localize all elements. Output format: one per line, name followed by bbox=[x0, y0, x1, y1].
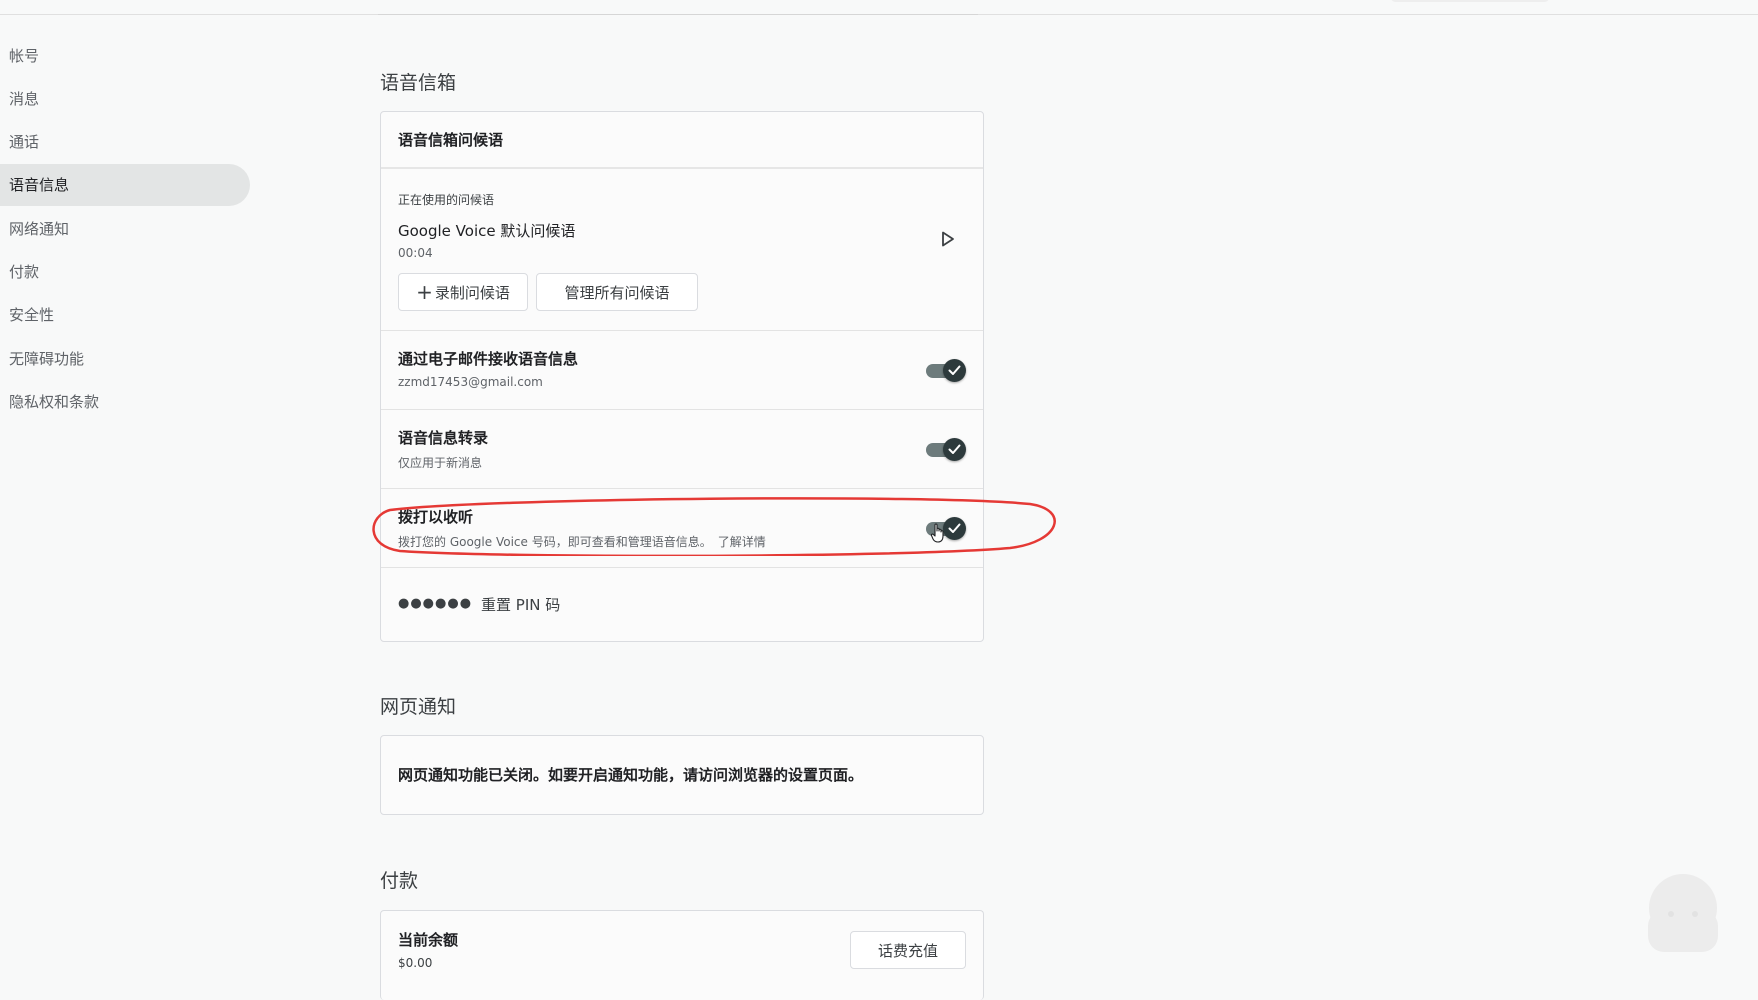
dial-to-listen-row: 拨打以收听 拨打您的 Google Voice 号码，即可查看和管理语音信息。了… bbox=[381, 489, 983, 568]
voicemail-section-title: 语音信箱 bbox=[380, 72, 457, 94]
transcription-toggle[interactable] bbox=[926, 438, 966, 462]
sidebar-item-label: 帐号 bbox=[9, 46, 40, 65]
top-divider-inner bbox=[378, 14, 978, 15]
email-voicemail-toggle[interactable] bbox=[926, 359, 966, 383]
transcription-title: 语音信息转录 bbox=[398, 429, 489, 447]
sidebar-item-accessibility[interactable]: 无障碍功能 bbox=[0, 337, 250, 379]
sidebar-item-label: 安全性 bbox=[9, 306, 55, 325]
greeting-duration: 00:04 bbox=[398, 246, 433, 260]
top-bar-element bbox=[1390, 0, 1550, 2]
greeting-header-label: 语音信箱问候语 bbox=[398, 131, 504, 149]
topup-button[interactable]: 话费充值 bbox=[850, 931, 966, 969]
greeting-header: 语音信箱问候语 bbox=[381, 112, 983, 169]
sidebar-item-voicemail[interactable]: 语音信息 bbox=[0, 163, 250, 206]
dial-to-listen-description: 拨打您的 Google Voice 号码，即可查看和管理语音信息。 bbox=[398, 535, 712, 549]
record-greeting-label: 录制问候语 bbox=[434, 283, 510, 302]
sidebar-item-account[interactable]: 帐号 bbox=[0, 34, 250, 76]
greeting-in-use-label: 正在使用的问候语 bbox=[398, 193, 495, 207]
pin-row: ●●●●●● 重置 PIN 码 bbox=[381, 568, 983, 646]
balance-value: $0.00 bbox=[398, 956, 433, 970]
learn-more-link[interactable]: 了解详情 bbox=[718, 535, 766, 549]
check-icon bbox=[943, 359, 966, 382]
hand-cursor-icon bbox=[930, 523, 944, 543]
sidebar-item-payments[interactable]: 付款 bbox=[0, 250, 250, 292]
plus-icon: + bbox=[416, 280, 433, 304]
sidebar-item-label: 消息 bbox=[9, 89, 40, 108]
email-voicemail-address: zzmd17453@gmail.com bbox=[398, 375, 543, 389]
balance-row: 当前余额 $0.00 话费充值 bbox=[381, 911, 983, 987]
pin-dots: ●●●●●● bbox=[398, 596, 473, 611]
transcription-subtitle: 仅应用于新消息 bbox=[398, 456, 483, 470]
payments-card: 当前余额 $0.00 话费充值 bbox=[380, 910, 984, 1000]
sidebar-item-label: 无障碍功能 bbox=[9, 349, 85, 368]
avatar bbox=[1648, 874, 1718, 952]
sidebar-item-calls[interactable]: 通话 bbox=[0, 121, 250, 163]
balance-label: 当前余额 bbox=[398, 931, 459, 949]
reset-pin-button[interactable]: 重置 PIN 码 bbox=[481, 594, 560, 615]
topup-label: 话费充值 bbox=[877, 941, 938, 960]
dial-to-listen-title: 拨打以收听 bbox=[398, 508, 474, 526]
transcription-row: 语音信息转录 仅应用于新消息 bbox=[381, 410, 983, 489]
payments-section-title: 付款 bbox=[380, 870, 419, 892]
play-icon[interactable] bbox=[941, 231, 955, 247]
sidebar-item-label: 语音信息 bbox=[9, 176, 70, 195]
dial-to-listen-subtitle: 拨打您的 Google Voice 号码，即可查看和管理语音信息。 了解详情 bbox=[398, 533, 766, 550]
greeting-section: 正在使用的问候语 Google Voice 默认问候语 00:04 + 录制问候… bbox=[381, 169, 983, 331]
sidebar-item-label: 网络通知 bbox=[9, 219, 70, 238]
sidebar-item-label: 通话 bbox=[9, 133, 40, 152]
settings-sidebar: 帐号 消息 通话 语音信息 网络通知 付款 安全性 无障碍功能 隐私权和条款 bbox=[0, 34, 250, 424]
voicemail-card: 语音信箱问候语 正在使用的问候语 Google Voice 默认问候语 00:0… bbox=[380, 111, 984, 642]
record-greeting-button[interactable]: + 录制问候语 bbox=[398, 273, 528, 311]
web-notifications-section-title: 网页通知 bbox=[380, 696, 457, 718]
sidebar-item-label: 付款 bbox=[9, 262, 40, 281]
manage-greetings-label: 管理所有问候语 bbox=[564, 283, 670, 302]
manage-greetings-button[interactable]: 管理所有问候语 bbox=[536, 273, 698, 311]
sidebar-item-security[interactable]: 安全性 bbox=[0, 294, 250, 336]
sidebar-item-web-notifications[interactable]: 网络通知 bbox=[0, 207, 250, 249]
sidebar-item-privacy[interactable]: 隐私权和条款 bbox=[0, 380, 250, 422]
web-notifications-message: 网页通知功能已关闭。如要开启通知功能，请访问浏览器的设置页面。 bbox=[398, 766, 864, 784]
email-voicemail-row: 通过电子邮件接收语音信息 zzmd17453@gmail.com bbox=[381, 331, 983, 410]
greeting-name: Google Voice 默认问候语 bbox=[398, 222, 576, 240]
email-voicemail-title: 通过电子邮件接收语音信息 bbox=[398, 350, 579, 368]
check-icon bbox=[943, 438, 966, 461]
sidebar-item-messages[interactable]: 消息 bbox=[0, 77, 250, 119]
sidebar-item-label: 隐私权和条款 bbox=[9, 392, 100, 411]
web-notifications-card: 网页通知功能已关闭。如要开启通知功能，请访问浏览器的设置页面。 bbox=[380, 735, 984, 815]
